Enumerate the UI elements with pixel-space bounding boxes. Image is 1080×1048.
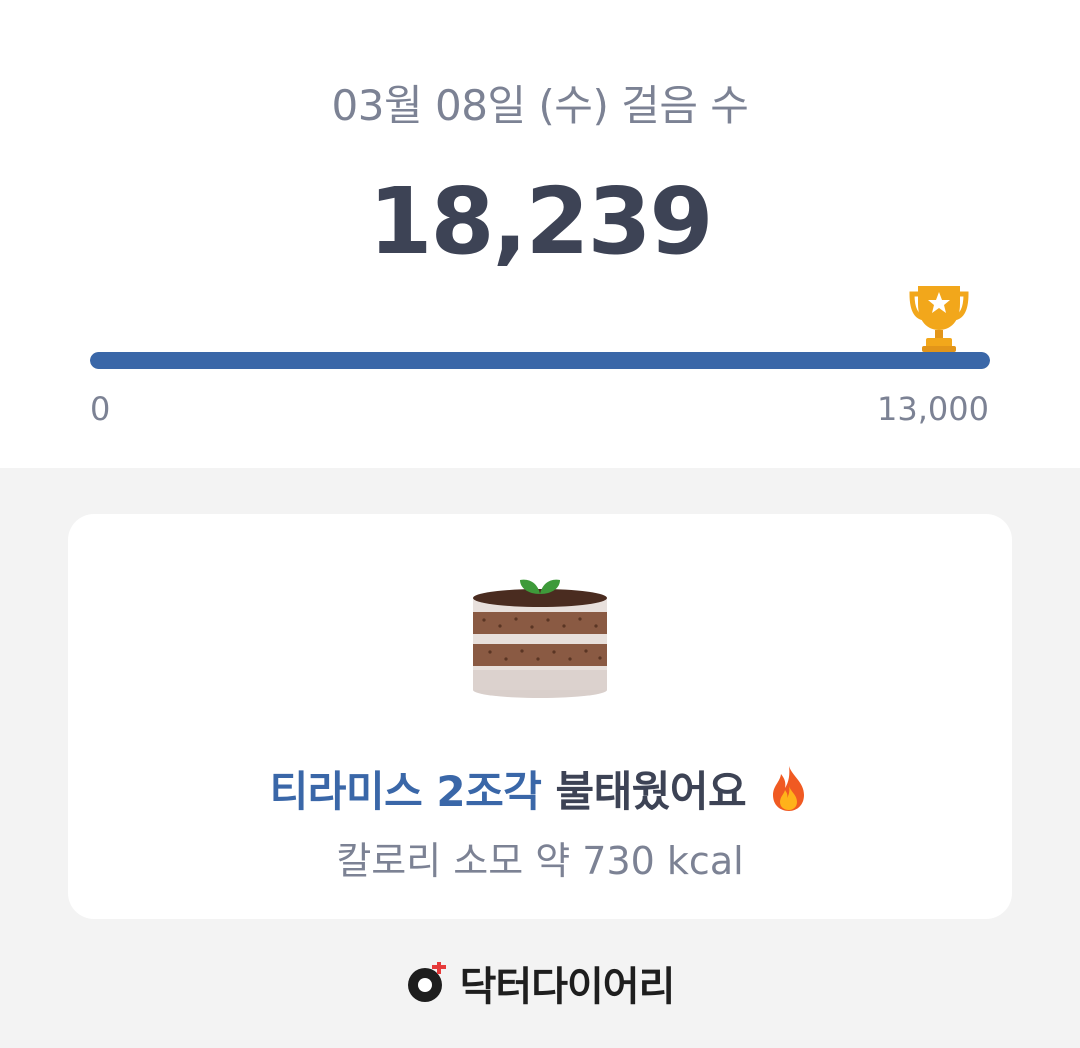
calorie-card: 티라미스 2조각 불태웠어요 칼로리 소모 약 730 kcal <box>68 514 1012 919</box>
calorie-text: 칼로리 소모 약 730 kcal <box>336 839 744 883</box>
burned-message: 티라미스 2조각 불태웠어요 <box>68 758 1012 819</box>
doctor-diary-logo-icon <box>407 962 446 1002</box>
fire-icon <box>773 766 805 811</box>
step-progress-fill <box>90 352 990 369</box>
trophy-icon <box>909 286 969 352</box>
step-count: 18,239 <box>368 168 713 275</box>
brand-name: 닥터다이어리 <box>459 964 676 1010</box>
brand-footer: 닥터다이어리 <box>0 958 1080 1010</box>
tiramisu-cake-icon <box>473 579 607 698</box>
progress-goal-label: 13,000 <box>877 390 989 428</box>
step-progress-bar <box>90 352 990 369</box>
burned-suffix: 불태웠어요 <box>555 767 747 816</box>
date-title: 03월 08일 (수) 걸음 수 <box>331 81 749 130</box>
step-summary-section: 03월 08일 (수) 걸음 수 18,239 0 13,000 <box>0 0 1080 468</box>
food-amount: 티라미스 2조각 <box>269 767 542 816</box>
progress-min-label: 0 <box>90 390 111 428</box>
